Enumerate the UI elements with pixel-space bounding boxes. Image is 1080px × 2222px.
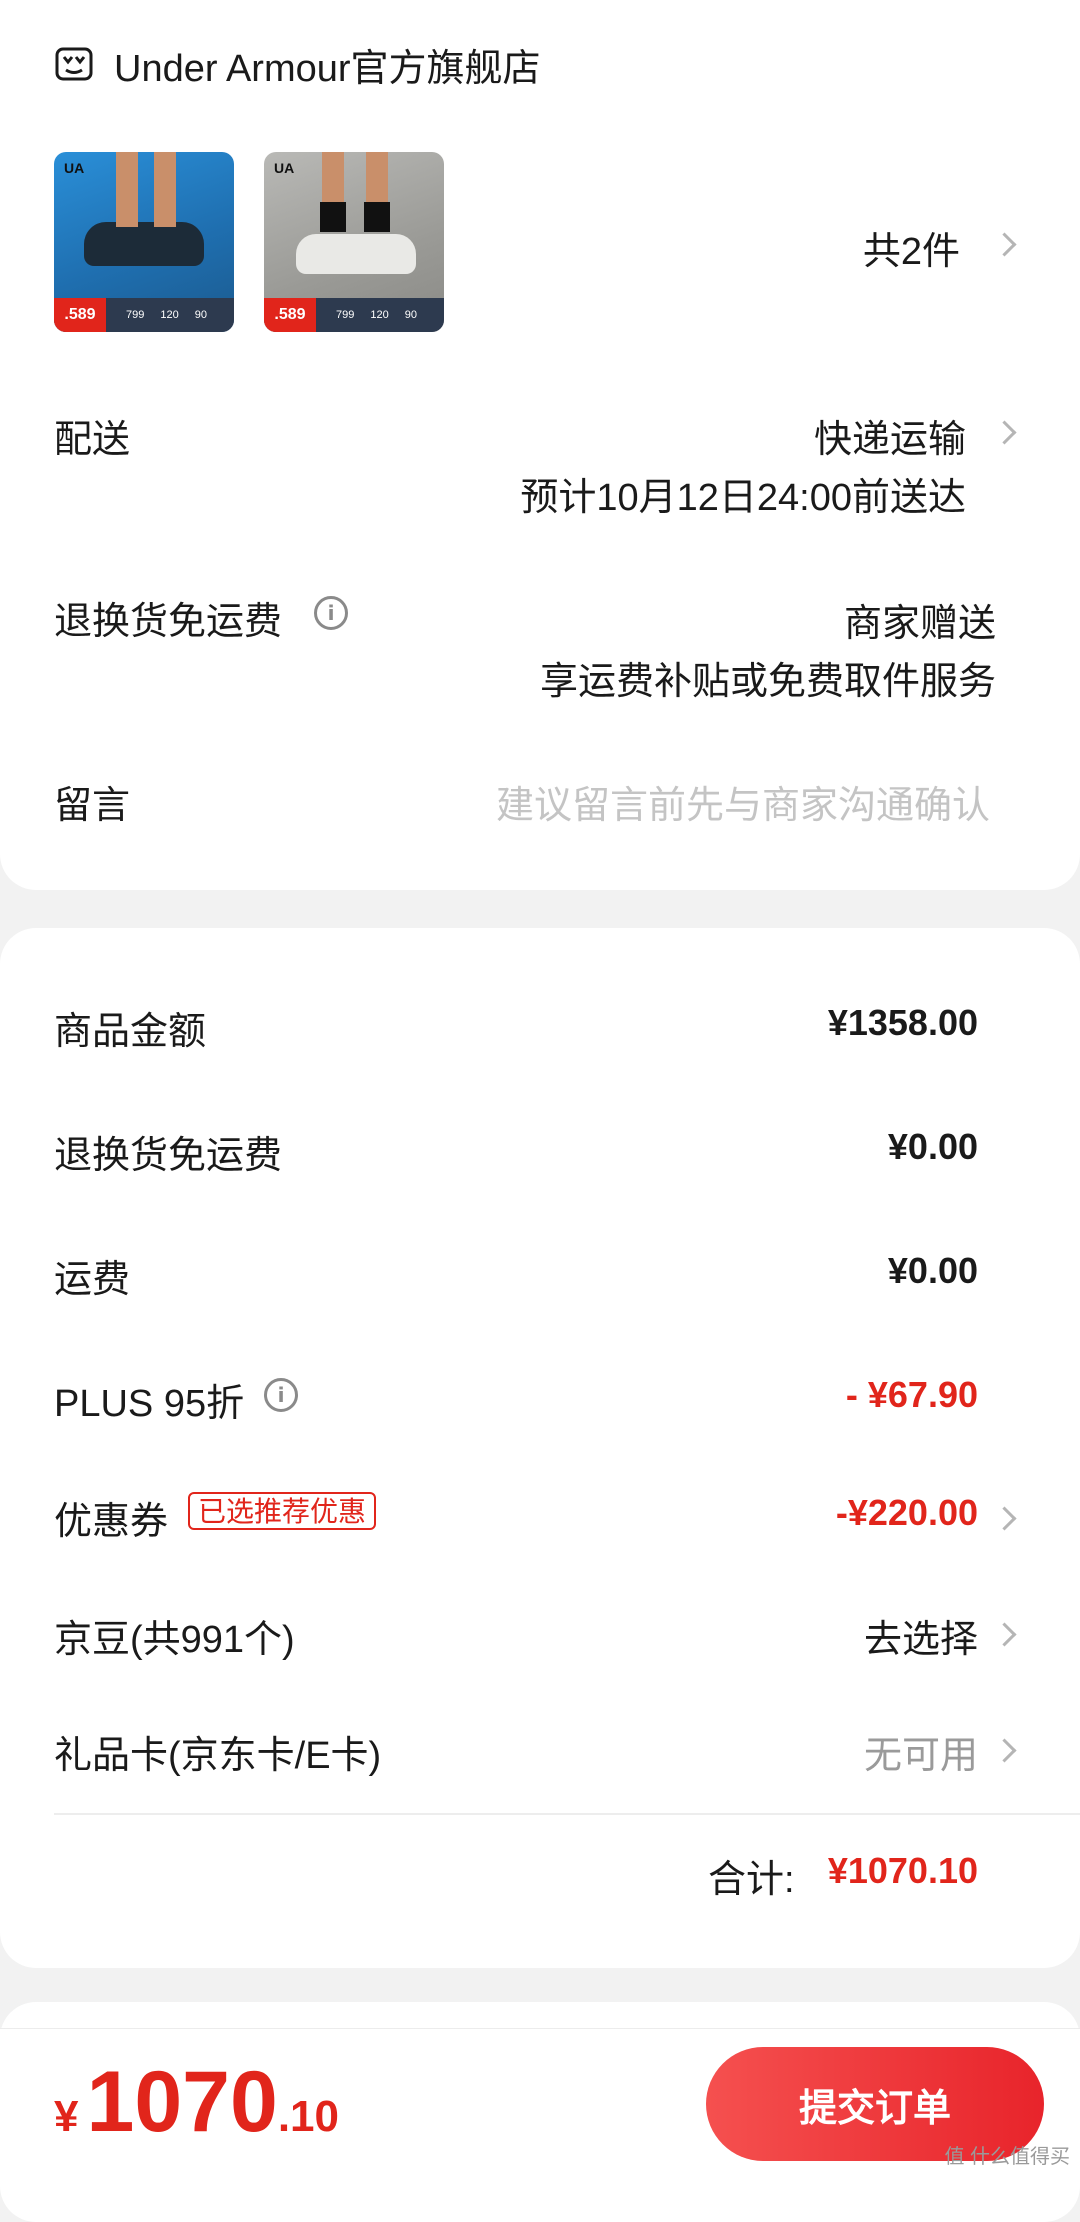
goods-amount-label: 商品金额 [54,1011,207,1053]
sock-image [364,202,390,232]
stat-value: 90 [194,309,207,321]
plus-discount-value: - ¥67.90 [845,1374,978,1415]
goods-amount-value: ¥1358.00 [827,1002,978,1043]
delivery-eta: 预计10月12日24:00前送达 [520,477,966,519]
jingdou-label: 京豆(共991个) [54,1619,295,1661]
price-badge: .589 [54,298,106,332]
order-info-card: Under Armour官方旗舰店 UA .589 799 120 90 UA … [0,0,1080,890]
giftcard-value[interactable]: 无可用 [864,1724,978,1779]
stat-value: 799 [336,309,355,321]
shipping-label: 运费 [54,1259,131,1301]
return-fee-label: 退换货免运费 [54,1135,283,1177]
return-fee-value: ¥0.00 [887,1126,978,1167]
return-shipping-desc: 享运费补贴或免费取件服务 [539,661,996,703]
watermark: 值 什么值得买 [944,2146,1070,2168]
coupon-label: 优惠券 [54,1501,169,1543]
store-name: Under Armour官方旗舰店 [114,47,541,90]
footer-amount-dec: .10 [277,2092,339,2141]
coupon-value[interactable]: -¥220.00 [836,1492,978,1534]
price-summary-card: 商品金额 ¥1358.00 退换货免运费 ¥0.00 运费 ¥0.00 PLUS… [0,928,1080,1968]
logo-icon: UA [274,160,295,176]
stat-value: 799 [126,309,145,321]
logo-icon: UA [64,160,85,176]
product-count[interactable]: 共2件 [863,220,960,275]
info-icon[interactable]: i [314,596,348,630]
chevron-right-icon[interactable] [992,420,1017,445]
price-badge: .589 [264,298,316,332]
stat-value: 90 [404,309,417,321]
product-thumbnail-1[interactable]: UA .589 799 120 90 [54,152,234,332]
store-icon [55,47,93,81]
shipping-value: ¥0.00 [887,1250,978,1291]
delivery-label: 配送 [54,419,131,461]
store-row[interactable]: Under Armour官方旗舰店 [54,34,541,94]
stat-value: 120 [160,309,179,321]
leg-image [154,152,176,227]
chevron-right-icon[interactable] [992,1622,1017,1647]
chevron-right-icon[interactable] [992,1506,1017,1531]
product-thumbnail-2[interactable]: UA .589 799 120 90 [264,152,444,332]
total-label: 合计: [708,1859,795,1901]
delivery-method[interactable]: 快递运输 [814,408,966,463]
message-label: 留言 [54,785,131,827]
plus-discount-label: PLUS 95折 [54,1383,245,1425]
footer-amount-int: 1070 [86,2054,278,2150]
chevron-right-icon[interactable] [992,232,1017,257]
info-icon[interactable]: i [264,1378,298,1412]
currency-symbol: ¥ [54,2092,79,2141]
footer-price: ¥ 1070 .10 [54,2053,339,2152]
stat-value: 120 [370,309,389,321]
price-strip: .589 799 120 90 [264,298,444,332]
chevron-right-icon[interactable] [992,1738,1017,1763]
jingdou-value[interactable]: 去选择 [864,1608,978,1663]
return-shipping-label: 退换货免运费 [54,601,283,643]
coupon-tag: 已选推荐优惠 [188,1492,377,1530]
shoe-image [296,234,416,274]
price-strip: .589 799 120 90 [54,298,234,332]
sock-image [320,202,346,232]
message-input[interactable]: 建议留言前先与商家沟通确认 [496,774,990,829]
return-shipping-value: 商家赠送 [843,603,996,645]
shoe-image [84,222,204,266]
giftcard-label: 礼品卡(京东卡/E卡) [54,1735,382,1777]
divider [54,1813,1080,1815]
bottom-bar: ¥ 1070 .10 提交订单 值 什么值得买 [0,2028,1080,2177]
leg-image [116,152,138,227]
total-value: ¥1070.10 [827,1850,978,1891]
